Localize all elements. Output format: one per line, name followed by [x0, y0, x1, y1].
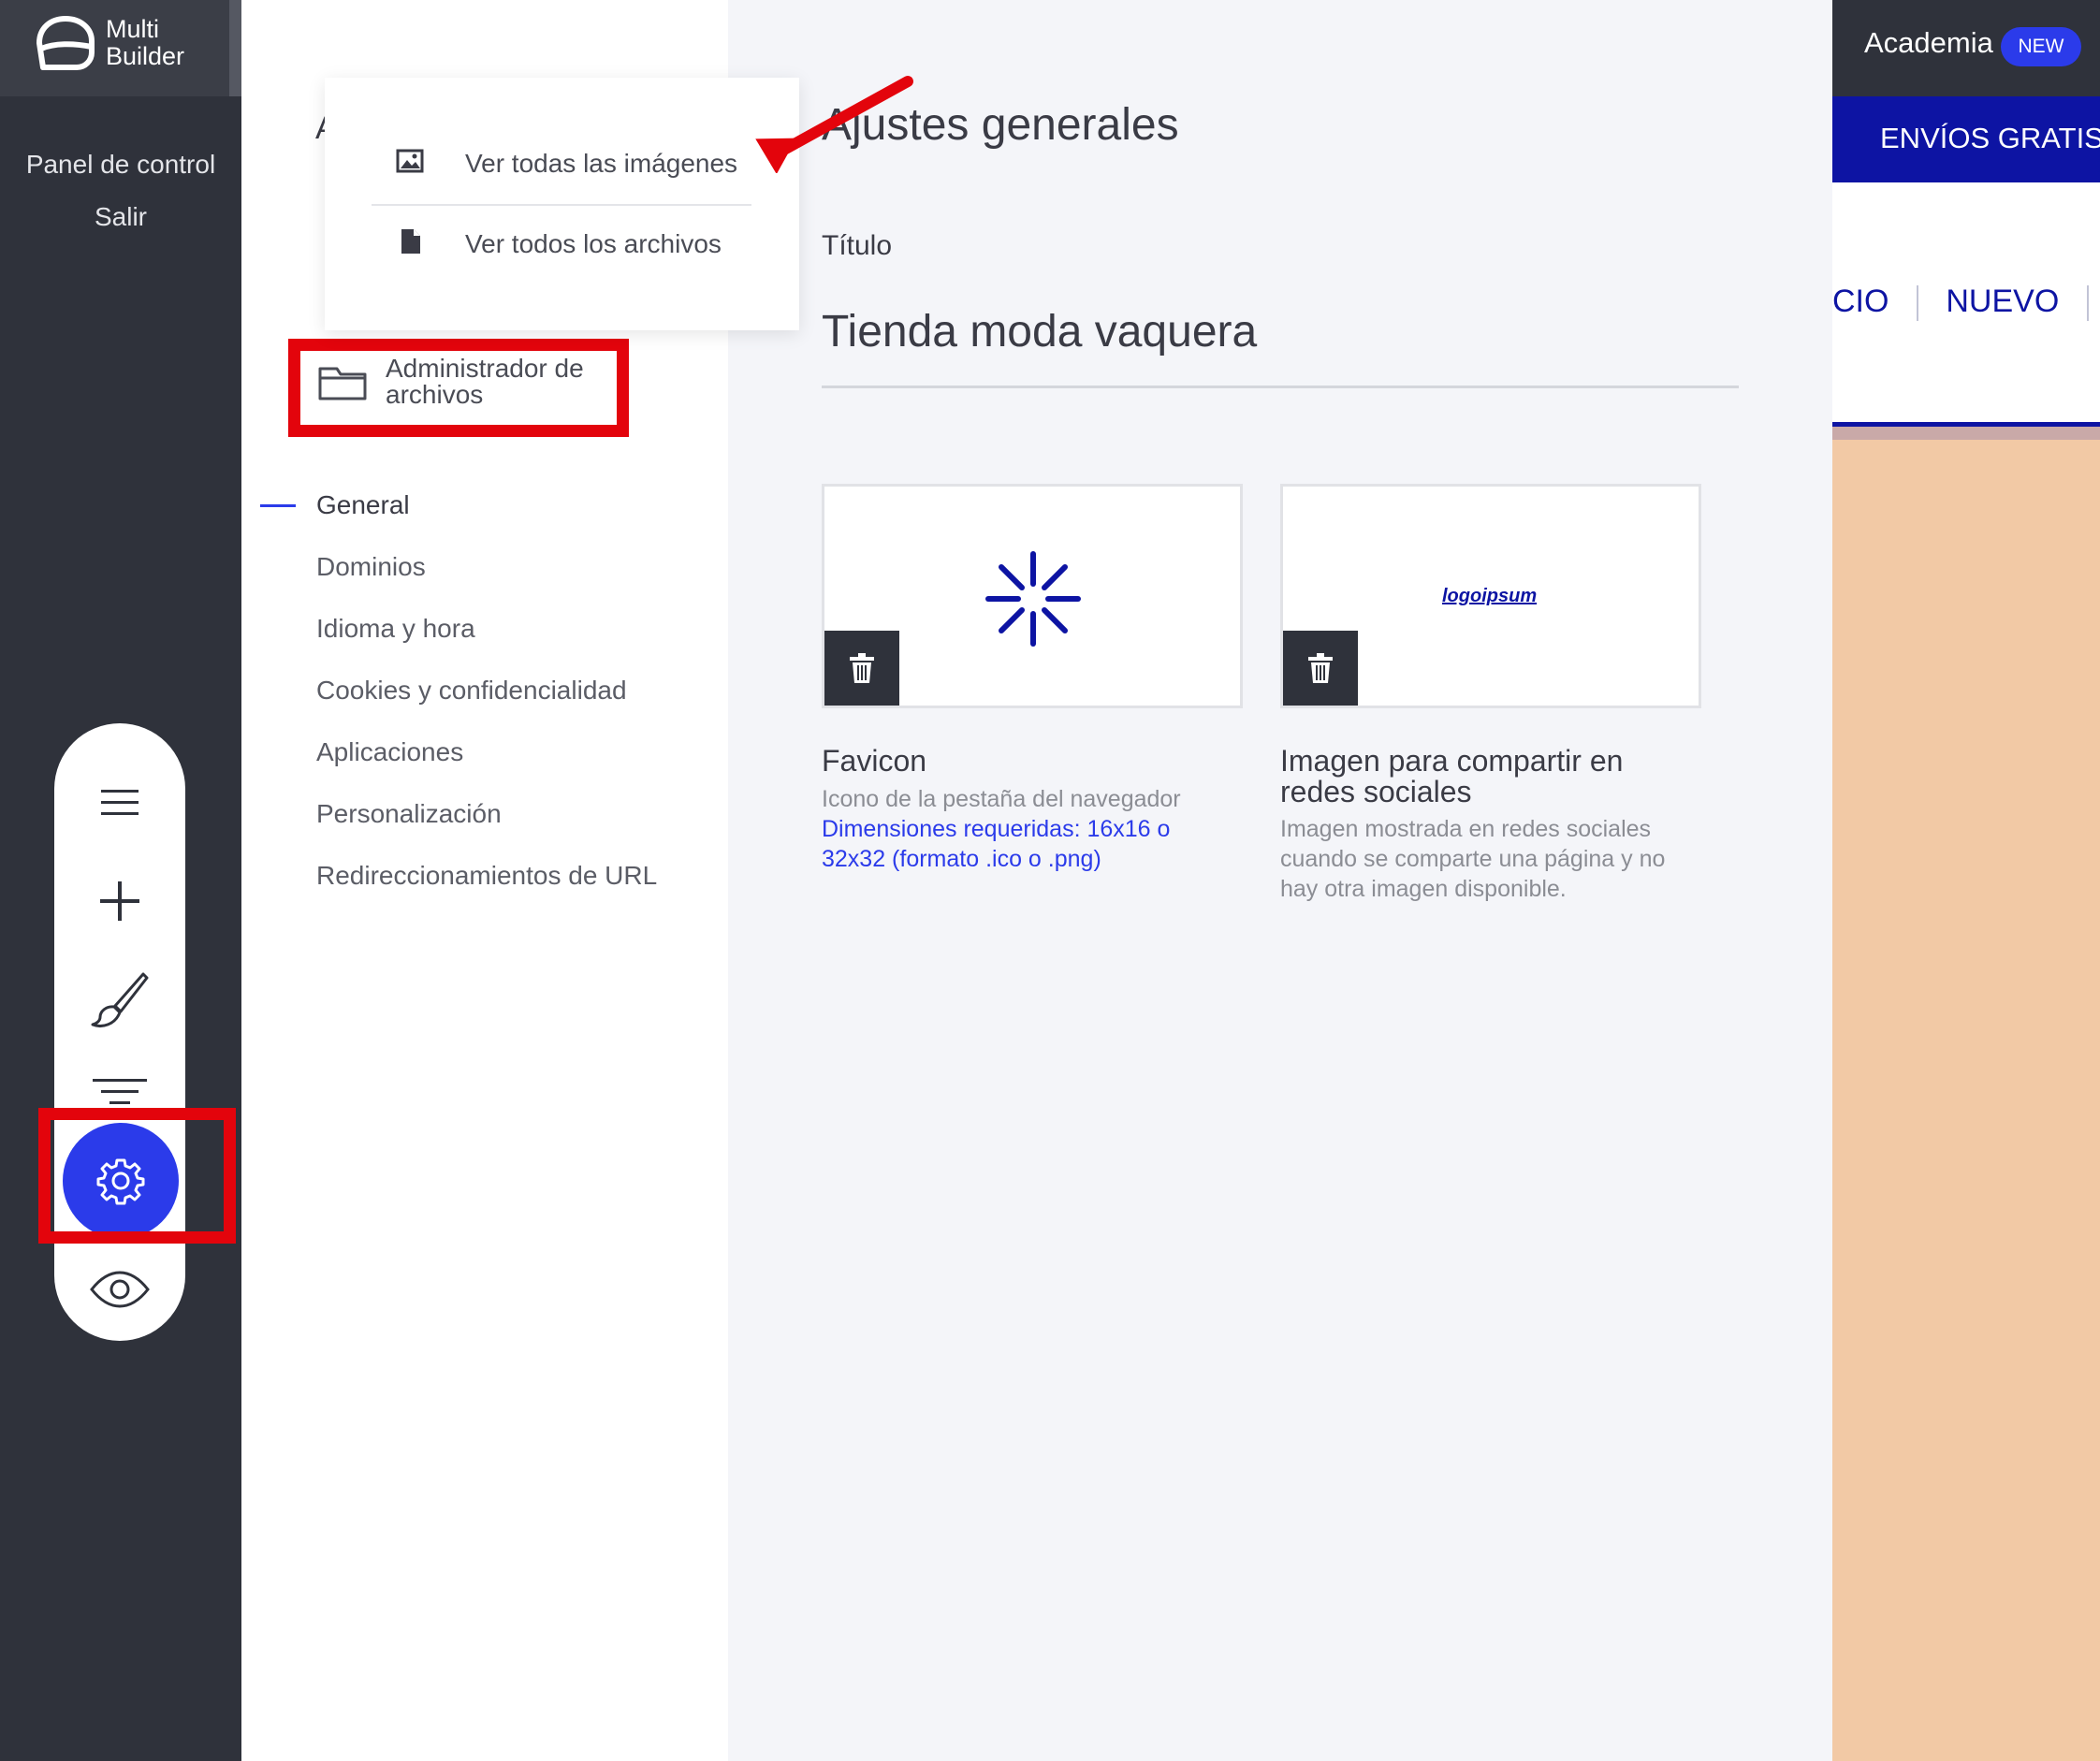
favicon-asterisk-icon: [985, 551, 1081, 647]
preview-nav: CIO NUEVO CA: [1832, 182, 2100, 422]
shipping-banner: ENVÍOS GRATIS Y: [1832, 96, 2100, 182]
title-input[interactable]: Tienda moda vaquera: [822, 306, 1257, 357]
nav-item-customization[interactable]: Personalización: [316, 799, 502, 829]
active-nav-indicator: [260, 504, 296, 507]
rail-scrollbar[interactable]: [229, 0, 241, 96]
menu-icon: [101, 790, 139, 815]
gear-highlight-box: [38, 1108, 236, 1244]
builder-logo-icon: [36, 16, 95, 70]
file-manager-dropdown: Ver todas las imágenes Ver todos los arc…: [325, 78, 799, 330]
file-icon: [401, 229, 420, 254]
logo-line-2: Builder: [106, 42, 185, 70]
favicon-requirement: Dimensiones requeridas: 16x16 o 32x32 (f…: [822, 816, 1171, 872]
nav-item-cookies[interactable]: Cookies y confidencialidad: [316, 676, 627, 706]
trash-icon: [850, 653, 874, 683]
view-all-images-item[interactable]: Ver todas las imágenes: [465, 149, 737, 179]
share-image-card[interactable]: logoipsum: [1280, 484, 1701, 708]
preview-button[interactable]: [54, 1252, 185, 1327]
nav-item-language-time[interactable]: Idioma y hora: [316, 614, 475, 644]
preview-nav-item[interactable]: NUEVO: [1946, 284, 2059, 320]
nav-item-url-redirects[interactable]: Redireccionamientos de URL: [316, 861, 657, 891]
preview-divider-shadow: [1832, 427, 2100, 440]
new-badge: NEW: [2001, 27, 2081, 66]
tool-pill: [54, 723, 185, 1341]
favicon-title: Favicon: [822, 744, 927, 778]
share-image-delete-button[interactable]: [1283, 631, 1358, 706]
view-all-files-item[interactable]: Ver todos los archivos: [465, 229, 722, 259]
share-image-logo: logoipsum: [1442, 586, 1538, 606]
logo-text: Multi Builder: [106, 16, 184, 70]
share-image-description: Imagen mostrada en redes sociales cuando…: [1280, 816, 1666, 902]
nav-item-general[interactable]: General: [316, 490, 410, 520]
menu-button[interactable]: [54, 761, 185, 845]
share-image-title: Imagen para compartir en redes sociales: [1280, 744, 1624, 808]
nav-item-apps[interactable]: Aplicaciones: [316, 737, 463, 767]
file-manager-highlight-box: [288, 339, 629, 437]
shipping-banner-text: ENVÍOS GRATIS Y: [1880, 122, 2100, 154]
nav-separator: [1916, 285, 1918, 322]
control-panel-link[interactable]: Panel de control: [0, 150, 241, 180]
image-icon: [396, 149, 424, 173]
nav-item-domains[interactable]: Dominios: [316, 552, 426, 582]
plus-icon: [100, 881, 139, 921]
logout-link[interactable]: Salir: [0, 202, 241, 232]
add-button[interactable]: [54, 859, 185, 943]
brush-icon: [91, 972, 149, 1027]
preview-nav-item[interactable]: CIO: [1832, 284, 1889, 320]
eye-icon: [90, 1271, 150, 1308]
annotation-arrow-icon: [755, 76, 913, 173]
logo-line-1: Multi: [106, 15, 160, 43]
academy-link[interactable]: Academia: [1864, 26, 1993, 60]
dropdown-divider: [372, 204, 751, 206]
favicon-description: Icono de la pestaña del navegador: [822, 786, 1181, 812]
favicon-delete-button[interactable]: [824, 631, 899, 706]
trash-icon: [1308, 653, 1333, 683]
title-input-underline: [822, 386, 1739, 388]
design-button[interactable]: [54, 953, 185, 1046]
favicon-card[interactable]: [822, 484, 1243, 708]
title-label: Título: [822, 230, 893, 261]
nav-separator: [2086, 285, 2089, 322]
